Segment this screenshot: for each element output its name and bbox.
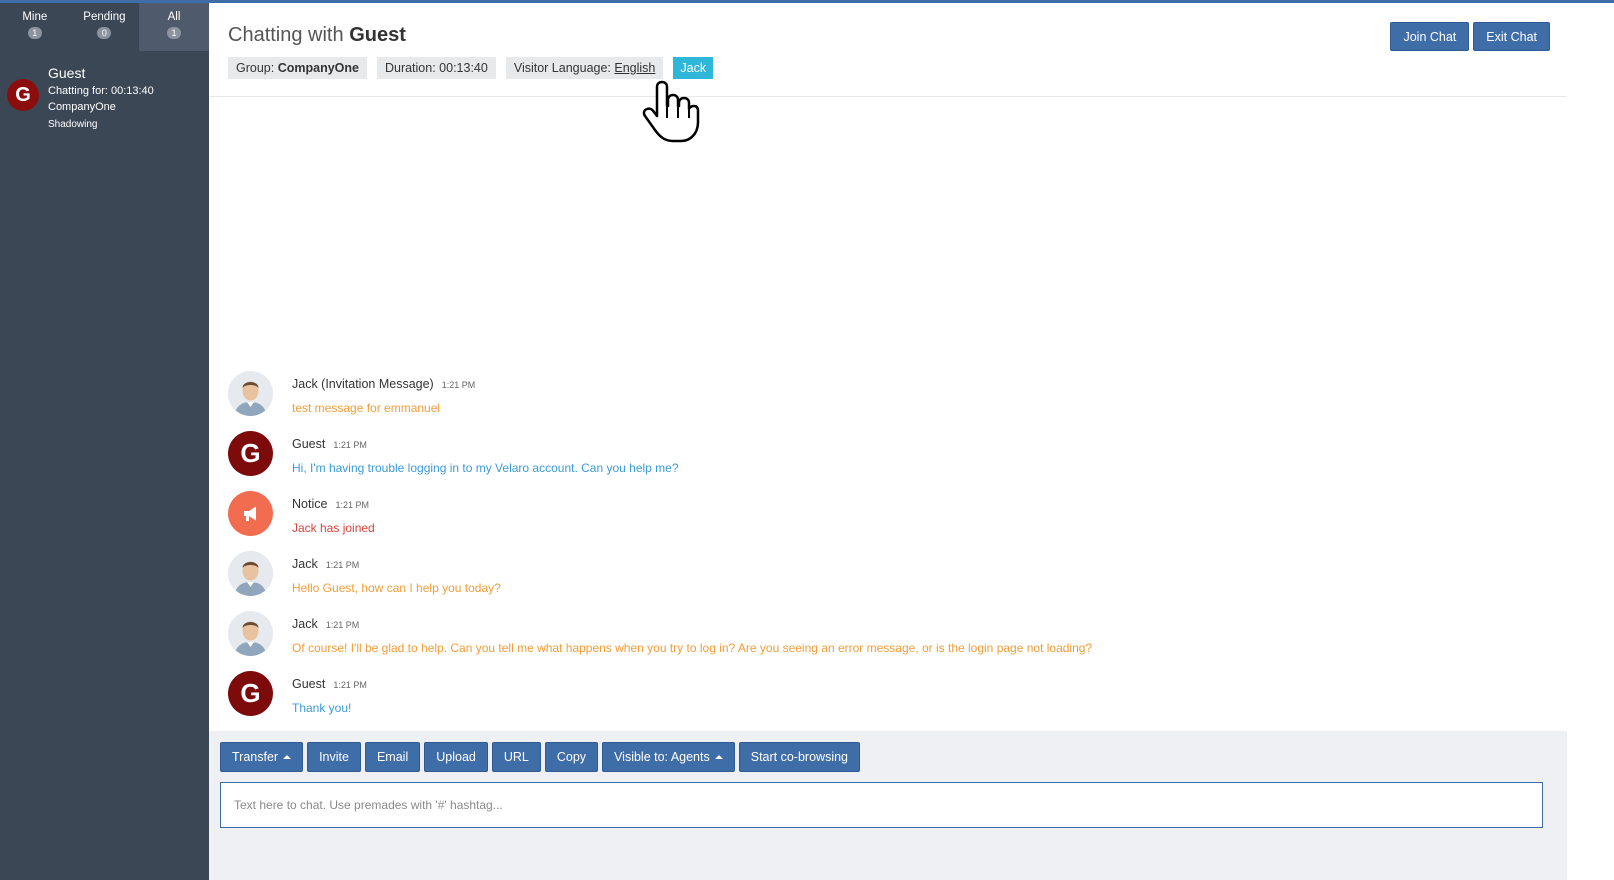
list-item: G Guest 1:21 PM Hi, I'm having trouble lo… xyxy=(209,427,1567,487)
title-prefix: Chatting with xyxy=(228,24,344,46)
language-link[interactable]: English xyxy=(614,61,655,75)
tab-mine[interactable]: Mine 1 xyxy=(0,3,70,51)
hand-pointer-icon xyxy=(642,80,700,143)
title-visitor-name: Guest xyxy=(349,24,406,46)
email-button[interactable]: Email xyxy=(364,742,421,772)
transfer-label: Transfer xyxy=(232,750,279,764)
message-time: 1:21 PM xyxy=(441,380,476,390)
exit-chat-button[interactable]: Exit Chat xyxy=(1473,22,1550,51)
tab-all[interactable]: All 1 xyxy=(139,3,209,51)
group-label: Group: xyxy=(236,61,275,75)
right-margin xyxy=(1567,3,1614,880)
message-text: Hello Guest, how can I help you today? xyxy=(292,581,501,595)
chat-filter-tabs: Mine 1 Pending 0 All 1 xyxy=(0,3,209,51)
page-title: Chatting with Guest xyxy=(228,24,406,47)
tab-mine-label: Mine xyxy=(22,11,48,23)
message-author: Guest xyxy=(292,677,326,691)
message-header: Notice 1:21 PM xyxy=(292,487,1567,513)
guest-avatar: G xyxy=(228,671,273,716)
chat-item-name: Guest xyxy=(48,65,86,81)
message-author: Jack xyxy=(292,617,318,631)
composer-toolbar: Transfer Invite Email Upload URL Copy Vi… xyxy=(220,742,864,772)
tab-pending-label: Pending xyxy=(83,11,126,23)
group-value: CompanyOne xyxy=(277,61,359,75)
agent-tag-jack[interactable]: Jack xyxy=(673,57,714,79)
chat-composer: Transfer Invite Email Upload URL Copy Vi… xyxy=(209,731,1567,880)
tab-pending-count: 0 xyxy=(97,27,112,39)
tab-all-count: 1 xyxy=(166,27,181,39)
notice-avatar xyxy=(228,491,273,536)
megaphone-icon xyxy=(244,506,256,521)
message-text: Jack has joined xyxy=(292,521,375,535)
transfer-button[interactable]: Transfer xyxy=(220,742,304,772)
caret-up-icon xyxy=(714,755,723,759)
agent-avatar xyxy=(228,371,273,416)
message-text: Hi, I'm having trouble logging in to my … xyxy=(292,461,679,475)
chat-list-item-guest[interactable]: G Guest Chatting for: 00:13:40 CompanyOn… xyxy=(0,51,209,141)
message-author: Notice xyxy=(292,497,328,511)
message-author: Jack (Invitation Message) xyxy=(292,377,434,391)
tab-mine-count: 1 xyxy=(27,27,42,39)
guest-avatar: G xyxy=(228,431,273,476)
message-header: Jack (Invitation Message) 1:21 PM xyxy=(292,367,1567,393)
upload-button[interactable]: Upload xyxy=(424,742,488,772)
message-time: 1:21 PM xyxy=(333,440,367,450)
message-header: Guest 1:21 PM xyxy=(292,667,1567,693)
sidebar: Mine 1 Pending 0 All 1 G Guest Chatting … xyxy=(0,3,209,880)
guest-avatar: G xyxy=(7,79,39,111)
message-time: 1:21 PM xyxy=(335,500,369,510)
list-item: Notice 1:21 PM Jack has joined xyxy=(209,487,1567,547)
message-header: Jack 1:21 PM xyxy=(292,607,1567,633)
agent-avatar xyxy=(228,611,273,656)
chat-item-company: CompanyOne xyxy=(48,101,116,113)
message-text: Thank you! xyxy=(292,701,352,715)
message-header: Jack 1:21 PM xyxy=(292,547,1567,573)
message-text: Of course! I'll be glad to help. Can you… xyxy=(292,641,1093,655)
caret-up-icon xyxy=(283,755,292,759)
tab-all-label: All xyxy=(167,11,181,23)
message-time: 1:21 PM xyxy=(333,680,367,690)
chat-info-tags: Group: CompanyOne Duration: 00:13:40 Vis… xyxy=(228,57,723,79)
list-item: Jack 1:21 PM Of course! I'll be glad to h… xyxy=(209,607,1567,667)
chat-main: Chatting with Guest Group: CompanyOne Du… xyxy=(209,3,1567,880)
visibility-button[interactable]: Visible to: Agents xyxy=(602,742,735,772)
message-author: Guest xyxy=(292,437,326,451)
language-tag: Visitor Language: English xyxy=(505,57,664,79)
message-list: Jack (Invitation Message) 1:21 PM test me… xyxy=(209,367,1567,727)
tab-pending[interactable]: Pending 0 xyxy=(70,3,140,51)
duration-tag: Duration: 00:13:40 xyxy=(376,57,496,79)
message-time: 1:21 PM xyxy=(325,620,360,630)
join-chat-button[interactable]: Join Chat xyxy=(1390,22,1470,51)
language-label: Visitor Language: xyxy=(513,61,611,75)
agent-avatar xyxy=(228,551,273,596)
list-item: Jack (Invitation Message) 1:21 PM test me… xyxy=(209,367,1567,427)
message-time: 1:21 PM xyxy=(325,560,360,570)
header-actions: Join Chat Exit Chat xyxy=(1386,22,1550,51)
group-tag: Group: CompanyOne xyxy=(228,57,367,79)
message-text: test message for emmanuel xyxy=(292,401,441,415)
chat-item-duration: Chatting for: 00:13:40 xyxy=(48,85,154,97)
chat-item-status: Shadowing xyxy=(48,119,98,130)
copy-button[interactable]: Copy xyxy=(544,742,599,772)
list-item: Jack 1:21 PM Hello Guest, how can I help … xyxy=(209,547,1567,607)
chat-message-input[interactable] xyxy=(220,782,1543,828)
visibility-label: Visible to: Agents xyxy=(614,750,710,764)
start-cobrowsing-button[interactable]: Start co-browsing xyxy=(738,742,860,772)
chat-header: Chatting with Guest Group: CompanyOne Du… xyxy=(209,3,1567,97)
invite-button[interactable]: Invite xyxy=(307,742,361,772)
message-author: Jack xyxy=(292,557,318,571)
list-item: G Guest 1:21 PM Thank you! xyxy=(209,667,1567,727)
message-header: Guest 1:21 PM xyxy=(292,427,1567,453)
url-button[interactable]: URL xyxy=(491,742,541,772)
